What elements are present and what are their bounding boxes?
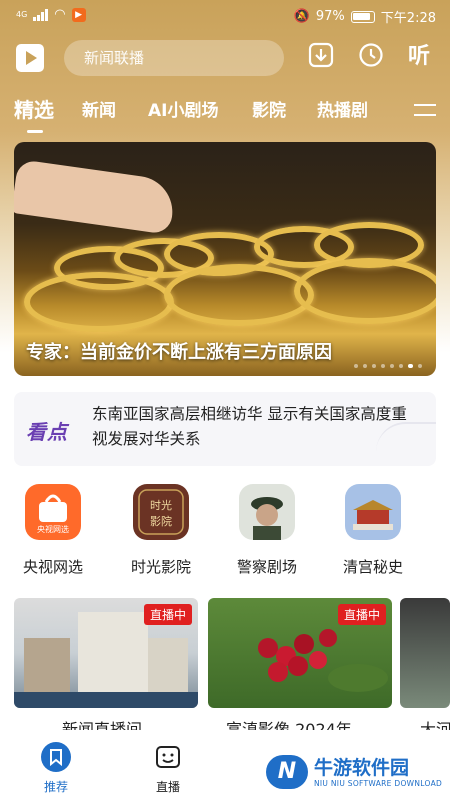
shortcut-label: 时光影院: [130, 558, 191, 576]
nav-live[interactable]: 直播: [138, 742, 198, 795]
live-card-news[interactable]: 直播中: [14, 598, 198, 708]
mute-icon: 🔕: [293, 9, 310, 24]
wifi-icon: ◠: [54, 7, 66, 22]
live-card-title: 新闻直播间: [62, 720, 143, 730]
shortcut-label: 警察剧场: [236, 558, 297, 576]
shortcut-cctv-select[interactable]: 央视网选 央视网选: [8, 484, 98, 577]
banner-title: 专家：当前金价不断上涨有三方面原因: [26, 342, 332, 363]
watermark-title: 牛游软件园: [314, 756, 410, 779]
history-clock-icon[interactable]: [356, 42, 386, 77]
police-officer-icon: [239, 484, 295, 540]
shopping-bag-icon: 央视网选: [25, 484, 81, 540]
signal-icon: [33, 8, 49, 21]
play-logo-icon[interactable]: [16, 44, 44, 72]
nav-recommend[interactable]: 推荐: [26, 742, 86, 795]
kandian-news-card[interactable]: 看点 东南亚国家高层相继访华 显示有关国家高度重视发展对华关系: [14, 392, 436, 466]
clock-time: 下午2:28: [380, 11, 436, 26]
shortcut-palace-secrets[interactable]: 清宫秘史: [328, 484, 418, 577]
banner-image-part: [24, 272, 174, 332]
live-card-yunnan[interactable]: 直播中: [208, 598, 392, 708]
banner-image-part: [294, 258, 436, 324]
tab-news[interactable]: 新闻: [82, 96, 116, 121]
battery-percent: 97%: [315, 9, 345, 24]
palace-icon: [345, 484, 401, 540]
search-bar[interactable]: [64, 40, 284, 76]
svg-text:央视网选: 央视网选: [37, 524, 69, 534]
listen-button[interactable]: 听: [404, 42, 434, 72]
tab-cinema[interactable]: 影院: [252, 96, 286, 121]
nav-label: 直播: [155, 780, 180, 794]
active-tab-indicator: [27, 130, 43, 133]
tv-face-icon: [153, 742, 183, 772]
shortcut-time-cinema[interactable]: 时光 影院 时光影院: [116, 484, 206, 577]
svg-text:时光: 时光: [150, 498, 172, 512]
tab-featured[interactable]: 精选: [14, 94, 54, 123]
menu-icon[interactable]: [414, 104, 436, 116]
tab-hot-dramas[interactable]: 热播剧: [317, 96, 368, 121]
search-input[interactable]: [84, 49, 278, 67]
carousel-dots: [354, 364, 422, 368]
banner-image-part: [164, 264, 314, 326]
time-cinema-icon: 时光 影院: [133, 484, 189, 540]
status-bar: 4G ◠ ▶ 🔕 97% 下午2:28: [0, 0, 450, 32]
live-card-title: 富滇影像 2024年: [226, 720, 352, 730]
watermark-logo: N: [266, 755, 308, 789]
tab-ai-theater[interactable]: AI小剧场: [148, 96, 218, 121]
app-notification-icon: ▶: [71, 7, 86, 22]
bookmark-icon: [41, 742, 71, 772]
download-icon[interactable]: [306, 42, 336, 77]
shortcut-label: 央视网选: [22, 558, 83, 576]
live-badge: 直播中: [143, 604, 192, 625]
svg-text:影院: 影院: [150, 514, 172, 528]
nav-label: 推荐: [43, 780, 68, 794]
live-badge: 直播中: [337, 604, 386, 625]
kandian-logo: 看点: [26, 420, 68, 444]
live-card-title: 大河: [420, 720, 450, 730]
watermark-subtitle: NIU NIU SOFTWARE DOWNLOAD: [314, 778, 443, 788]
network-type: 4G: [16, 9, 28, 19]
kandian-headline: 东南亚国家高层相继访华 显示有关国家高度重视发展对华关系: [92, 405, 407, 448]
hero-banner[interactable]: 专家：当前金价不断上涨有三方面原因: [14, 142, 436, 376]
live-card-partial[interactable]: [400, 598, 450, 708]
battery-icon: [350, 10, 375, 23]
shortcut-label: 清宫秘史: [342, 558, 403, 576]
watermark: N 牛游软件园 NIU NIU SOFTWARE DOWNLOAD: [266, 752, 442, 792]
banner-hand-image: [14, 159, 177, 235]
shortcut-police-theater[interactable]: 警察剧场: [222, 484, 312, 577]
category-tabs: 精选 新闻 AI小剧场 影院 热播剧: [0, 92, 450, 132]
